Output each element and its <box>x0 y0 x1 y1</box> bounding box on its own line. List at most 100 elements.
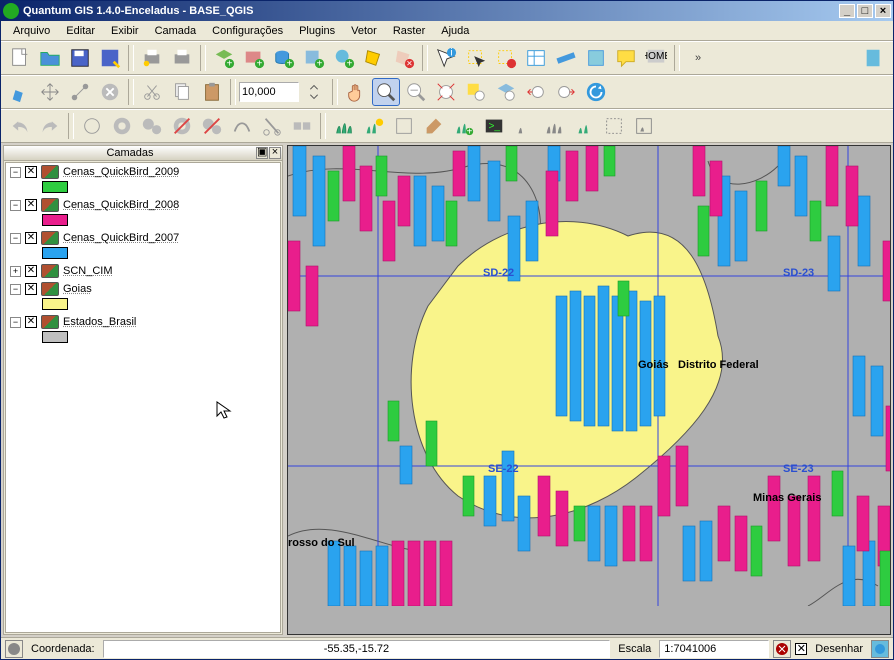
menu-plugins[interactable]: Plugins <box>291 23 343 39</box>
toggle-editing-button[interactable] <box>6 78 34 106</box>
layer-quickbird-2007[interactable]: − ✕ Cenas_QuickBird_2007 <box>6 229 280 247</box>
expand-icon[interactable]: − <box>10 317 21 328</box>
grass-add-vector-button[interactable]: + <box>450 112 478 140</box>
layer-label[interactable]: Cenas_QuickBird_2007 <box>63 232 179 244</box>
menu-ajuda[interactable]: Ajuda <box>433 23 477 39</box>
panel-close-button[interactable]: × <box>269 147 281 159</box>
save-project-button[interactable] <box>66 44 94 72</box>
expand-icon[interactable]: − <box>10 167 21 178</box>
zoom-layer-button[interactable] <box>492 78 520 106</box>
measure-line-button[interactable] <box>552 44 580 72</box>
add-ring-button[interactable] <box>108 112 136 140</box>
grass-tools-button[interactable] <box>330 112 358 140</box>
menu-raster[interactable]: Raster <box>385 23 433 39</box>
scale-stepper[interactable] <box>300 78 328 106</box>
layer-checkbox[interactable]: ✕ <box>25 265 37 277</box>
pan-button[interactable] <box>342 78 370 106</box>
close-button[interactable]: × <box>875 4 891 18</box>
delete-part-button[interactable] <box>198 112 226 140</box>
grass-shell-button[interactable]: >_ <box>480 112 508 140</box>
menu-vetor[interactable]: Vetor <box>343 23 385 39</box>
save-as-button[interactable] <box>96 44 124 72</box>
move-feature-button[interactable] <box>36 78 64 106</box>
minimize-button[interactable]: _ <box>839 4 855 18</box>
grass-misc4-button[interactable] <box>600 112 628 140</box>
deselect-button[interactable] <box>492 44 520 72</box>
menu-camada[interactable]: Camada <box>147 23 205 39</box>
zoom-out-button[interactable] <box>402 78 430 106</box>
expand-icon[interactable]: − <box>10 200 21 211</box>
maximize-button[interactable]: □ <box>857 4 873 18</box>
measure-area-button[interactable] <box>582 44 610 72</box>
layer-scn-cim[interactable]: + ✕ SCN_CIM <box>6 262 280 280</box>
new-vector-layer-button[interactable] <box>360 44 388 72</box>
simplify-button[interactable] <box>78 112 106 140</box>
projection-button[interactable] <box>871 640 889 658</box>
zoom-last-button[interactable] <box>522 78 550 106</box>
expand-icon[interactable]: − <box>10 233 21 244</box>
layer-checkbox[interactable]: ✕ <box>25 283 37 295</box>
undo-button[interactable] <box>6 112 34 140</box>
menu-exibir[interactable]: Exibir <box>103 23 147 39</box>
cut-button[interactable] <box>138 78 166 106</box>
bookmarks-button[interactable]: HOME <box>642 44 670 72</box>
identify-button[interactable]: i <box>432 44 460 72</box>
redo-button[interactable] <box>36 112 64 140</box>
add-raster-layer-button[interactable]: + <box>240 44 268 72</box>
delete-selected-button[interactable] <box>96 78 124 106</box>
add-spatialite-layer-button[interactable]: + <box>300 44 328 72</box>
print-composer-button[interactable] <box>138 44 166 72</box>
layer-label[interactable]: Cenas_QuickBird_2008 <box>63 199 179 211</box>
grass-misc3-button[interactable] <box>570 112 598 140</box>
map-tips-button[interactable] <box>612 44 640 72</box>
layer-quickbird-2008[interactable]: − ✕ Cenas_QuickBird_2008 <box>6 196 280 214</box>
zoom-selection-button[interactable] <box>462 78 490 106</box>
toolbar-overflow-button[interactable]: » <box>684 44 712 72</box>
add-wms-layer-button[interactable]: + <box>330 44 358 72</box>
layer-checkbox[interactable]: ✕ <box>25 232 37 244</box>
print-button[interactable] <box>168 44 196 72</box>
split-button[interactable] <box>258 112 286 140</box>
menu-arquivo[interactable]: Arquivo <box>5 23 58 39</box>
paste-button[interactable] <box>198 78 226 106</box>
layer-quickbird-2009[interactable]: − ✕ Cenas_QuickBird_2009 <box>6 163 280 181</box>
remove-layer-button[interactable]: × <box>390 44 418 72</box>
panel-float-button[interactable]: ▣ <box>256 147 268 159</box>
grass-misc1-button[interactable] <box>510 112 538 140</box>
menu-editar[interactable]: Editar <box>58 23 103 39</box>
scale-denominator-input[interactable] <box>239 82 299 102</box>
add-postgis-layer-button[interactable]: + <box>270 44 298 72</box>
grass-region-button[interactable] <box>390 112 418 140</box>
layer-label[interactable]: Estados_Brasil <box>63 316 136 328</box>
grass-misc5-button[interactable] <box>630 112 658 140</box>
attribute-table-button[interactable] <box>522 44 550 72</box>
grass-edit-button[interactable] <box>420 112 448 140</box>
map-canvas[interactable]: SD-22 SD-23 SE-22 SE-23 Goiás Distrito F… <box>287 145 891 635</box>
expand-icon[interactable]: − <box>10 284 21 295</box>
add-part-button[interactable] <box>138 112 166 140</box>
zoom-in-button[interactable] <box>372 78 400 106</box>
layer-checkbox[interactable]: ✕ <box>25 166 37 178</box>
reshape-button[interactable] <box>228 112 256 140</box>
node-tool-button[interactable] <box>66 78 94 106</box>
stop-render-icon[interactable] <box>773 640 791 658</box>
scale-display[interactable]: 1:7041006 <box>659 640 769 658</box>
copy-button[interactable] <box>168 78 196 106</box>
stop-render-button[interactable] <box>5 640 23 658</box>
layer-checkbox[interactable]: ✕ <box>25 199 37 211</box>
zoom-next-button[interactable] <box>552 78 580 106</box>
expand-icon[interactable]: + <box>10 266 21 277</box>
merge-button[interactable] <box>288 112 316 140</box>
layer-label[interactable]: SCN_CIM <box>63 265 113 277</box>
layer-estados-brasil[interactable]: − ✕ Estados_Brasil <box>6 313 280 331</box>
refresh-button[interactable] <box>582 78 610 106</box>
layer-tree[interactable]: − ✕ Cenas_QuickBird_2009 − ✕ Cenas_Quick… <box>5 162 281 633</box>
grass-new-mapset-button[interactable] <box>360 112 388 140</box>
layer-goias[interactable]: − ✕ Goias <box>6 280 280 298</box>
open-project-button[interactable] <box>36 44 64 72</box>
layer-label[interactable]: Cenas_QuickBird_2009 <box>63 166 179 178</box>
render-checkbox[interactable]: ✕ <box>795 643 807 655</box>
zoom-full-button[interactable] <box>432 78 460 106</box>
add-vector-layer-button[interactable]: + <box>210 44 238 72</box>
menu-configuracoes[interactable]: Configurações <box>204 23 291 39</box>
